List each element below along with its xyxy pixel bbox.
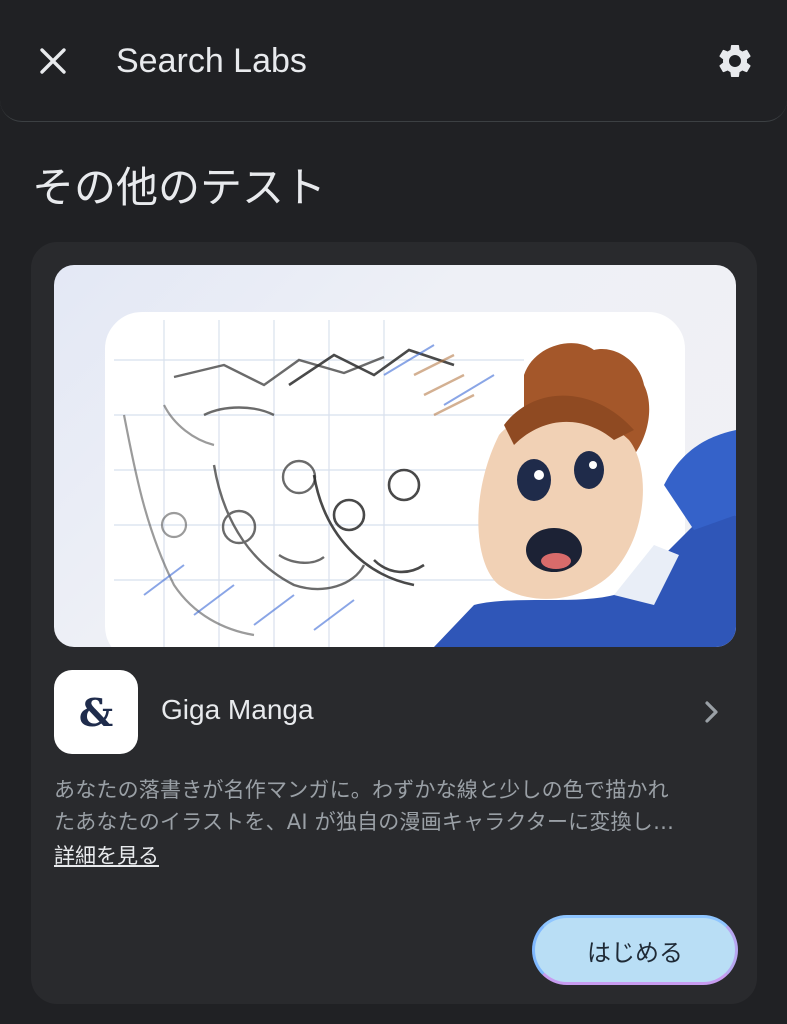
settings-button[interactable] <box>706 32 764 90</box>
ampersand-icon: & <box>78 689 114 735</box>
manga-illustration <box>105 312 736 647</box>
hero-image[interactable] <box>54 265 736 647</box>
top-app-bar: Search Labs <box>0 0 787 122</box>
app-description: あなたの落書きが名作マンガに。わずかな線と少しの色で描かれ たあなたのイラストを… <box>54 774 730 838</box>
experiment-card: & Giga Manga あなたの落書きが名作マンガに。わずかな線と少しの色で描… <box>31 242 757 1004</box>
details-link[interactable]: 詳細を見る <box>54 840 159 872</box>
start-button[interactable]: はじめる <box>532 915 738 985</box>
gear-icon <box>719 44 751 77</box>
app-title: Search Labs <box>116 42 307 80</box>
close-button[interactable] <box>24 32 82 90</box>
app-icon: & <box>54 670 138 754</box>
app-name: Giga Manga <box>161 694 314 725</box>
close-icon <box>40 48 66 74</box>
description-line: あなたの落書きが名作マンガに。わずかな線と少しの色で描かれ <box>54 778 669 802</box>
section-title: その他のテスト <box>32 163 327 212</box>
app-row-giga-manga[interactable]: & Giga Manga <box>54 670 736 754</box>
chevron-right-icon <box>705 701 718 723</box>
description-line: たあなたのイラストを、AI が独自の漫画キャラクターに変換し… <box>54 810 675 834</box>
